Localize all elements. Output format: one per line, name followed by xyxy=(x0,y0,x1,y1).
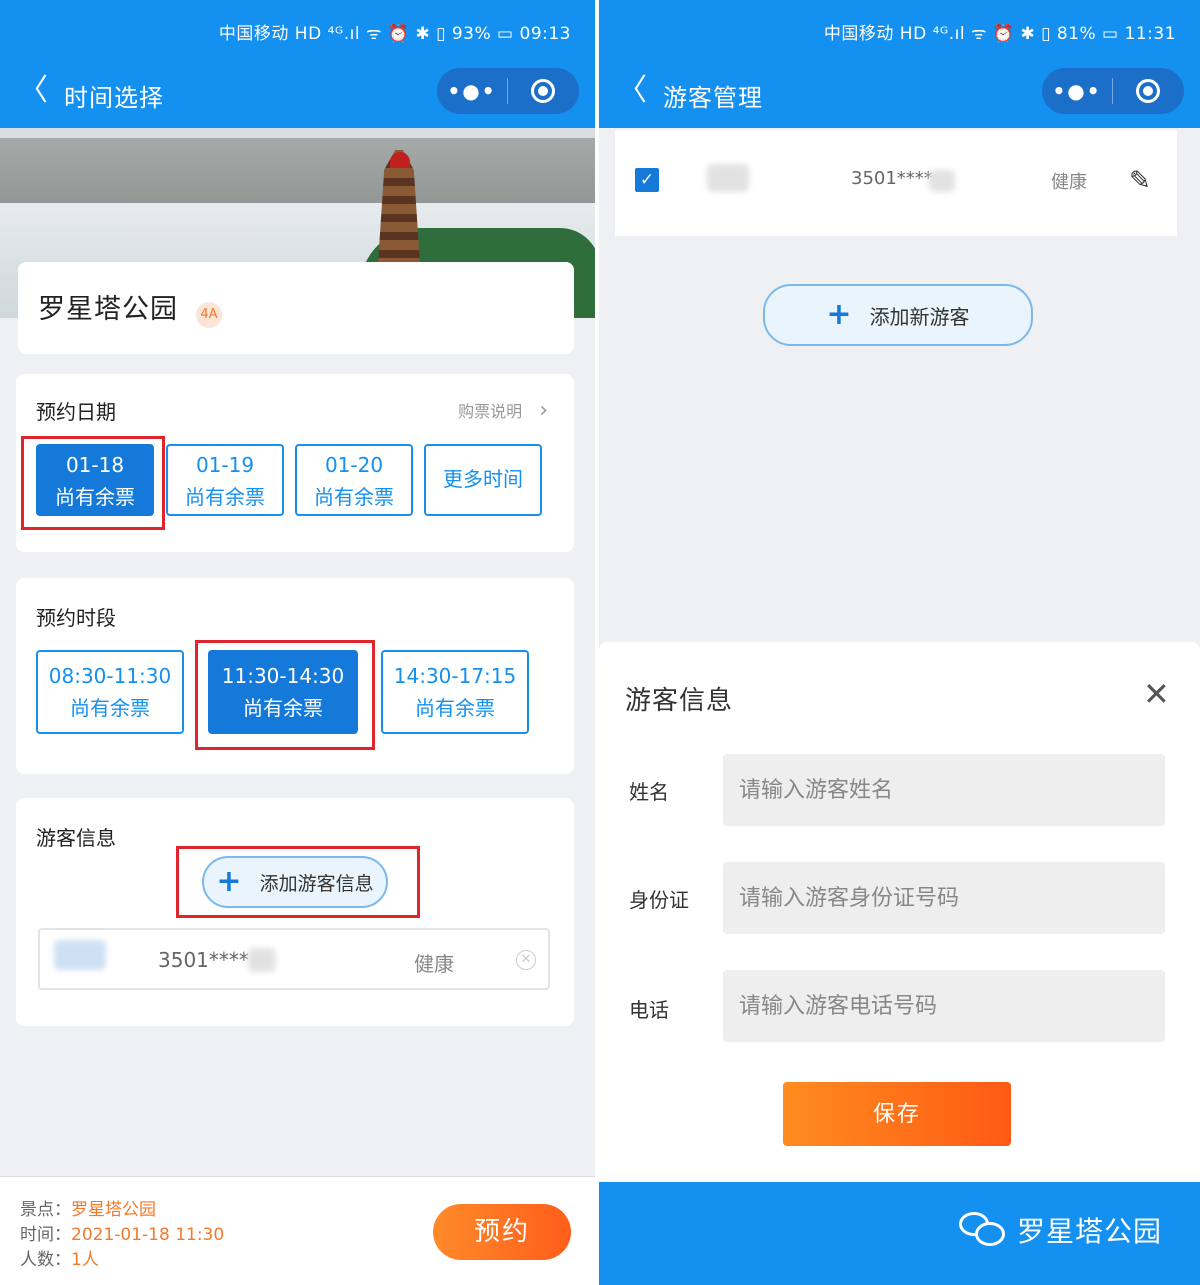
time-status: 尚有余票 xyxy=(415,696,495,720)
wechat-icon xyxy=(959,1210,1007,1250)
blurred-id-tail xyxy=(929,170,955,192)
spot-value: 罗星塔公园 xyxy=(71,1200,156,1220)
remove-visitor-icon[interactable]: ✕ xyxy=(516,950,536,970)
book-button[interactable]: 预约 xyxy=(433,1204,571,1260)
brand-footer: 罗星塔公园 xyxy=(599,1182,1200,1285)
visitor-section: 游客信息 + 添加游客信息 3501**** 健康 ✕ xyxy=(16,798,574,1026)
visitor-management-screen: 中国移动 HD ⁴ᴳ.ıl ᯤ ⏰ ✱ ▯ 81% ▭ 11:31 〈 游客管理… xyxy=(599,0,1200,1285)
status-bar: 中国移动 HD ⁴ᴳ.ıl ᯤ ⏰ ✱ ▯ 81% ▭ 11:31 xyxy=(599,0,1200,62)
count-label: 人数： xyxy=(20,1250,71,1270)
summary-spot: 景点：罗星塔公园 xyxy=(20,1195,156,1220)
mini-program-capsule: •●• xyxy=(437,68,579,114)
blurred-name xyxy=(54,940,106,970)
target-icon xyxy=(1136,79,1160,103)
close-icon[interactable]: ✕ xyxy=(1143,678,1170,710)
name-field-label: 姓名 xyxy=(629,780,669,804)
visitor-info-sheet: 游客信息 ✕ 姓名 身份证 电话 保存 xyxy=(599,642,1200,1182)
add-new-visitor-button[interactable]: + 添加新游客 xyxy=(763,284,1033,346)
status-text: 中国移动 HD ⁴ᴳ.ıl ᯤ ⏰ ✱ ▯ 81% ▭ 11:31 xyxy=(823,23,1176,44)
date-status: 尚有余票 xyxy=(314,485,394,509)
date-option-0119[interactable]: 01-19 尚有余票 xyxy=(166,444,284,516)
more-dates-button[interactable]: 更多时间 xyxy=(424,444,542,516)
status-text: 中国移动 HD ⁴ᴳ.ıl ᯤ ⏰ ✱ ▯ 93% ▭ 09:13 xyxy=(218,23,571,44)
mountain-shape xyxy=(0,138,595,208)
date-section-title: 预约日期 xyxy=(36,400,116,424)
close-program-button[interactable] xyxy=(1113,79,1183,103)
visitor-id: 3501**** xyxy=(851,168,933,189)
nav-bar: 〈 游客管理 •●• xyxy=(599,62,1200,128)
more-dates-label: 更多时间 xyxy=(443,467,523,491)
date-status: 尚有余票 xyxy=(185,485,265,509)
pagoda-roof-shape xyxy=(390,152,410,168)
time-section: 预约时段 08:30-11:30 尚有余票 11:30-14:30 尚有余票 1… xyxy=(16,578,574,774)
booking-summary-bar: 景点：罗星塔公园 时间：2021-01-18 11:30 人数：1人 预约 xyxy=(0,1176,595,1285)
page-title: 时间选择 xyxy=(64,84,164,112)
wechat-brand: 罗星塔公园 xyxy=(959,1210,1162,1250)
nav-bar: 〈 时间选择 •●• xyxy=(0,62,595,128)
date-section: 预约日期 购票说明 › 01-18 尚有余票 01-19 尚有余票 01-20 … xyxy=(16,374,574,552)
time-value: 2021-01-18 11:30 xyxy=(71,1225,225,1245)
time-section-title: 预约时段 xyxy=(36,606,116,630)
back-arrow-icon[interactable]: 〈 xyxy=(18,76,48,106)
brand-name: 罗星塔公园 xyxy=(1017,1215,1163,1248)
blurred-id-tail xyxy=(248,948,276,972)
summary-time: 时间：2021-01-18 11:30 xyxy=(20,1220,224,1245)
visitor-list-item: ✓ 3501**** 健康 ✎ xyxy=(615,130,1177,236)
more-menu-icon[interactable]: •●• xyxy=(437,79,507,103)
visitor-section-title: 游客信息 xyxy=(36,826,116,850)
mini-program-capsule: •●• xyxy=(1042,68,1184,114)
bubble-shape xyxy=(975,1222,1005,1246)
time-label: 时间： xyxy=(20,1225,71,1245)
park-card: 罗星塔公园 4A xyxy=(18,262,574,354)
visitor-id: 3501**** xyxy=(158,948,249,972)
visitor-row: 3501**** 健康 ✕ xyxy=(38,928,550,990)
time-selection-screen: 中国移动 HD ⁴ᴳ.ıl ᯤ ⏰ ✱ ▯ 93% ▭ 09:13 〈 时间选择… xyxy=(0,0,595,1285)
name-input[interactable] xyxy=(723,754,1165,826)
health-status: 健康 xyxy=(1051,172,1087,193)
summary-count: 人数：1人 xyxy=(20,1245,99,1270)
save-button[interactable]: 保存 xyxy=(783,1082,1011,1146)
spot-label: 景点： xyxy=(20,1200,71,1220)
phone-input[interactable] xyxy=(723,970,1165,1042)
id-card-field-label: 身份证 xyxy=(629,888,689,912)
time-range: 14:30-17:15 xyxy=(393,664,517,688)
park-name: 罗星塔公园 xyxy=(38,294,178,325)
chevron-right-icon: › xyxy=(539,398,548,423)
id-card-input[interactable] xyxy=(723,862,1165,934)
plus-icon: + xyxy=(826,297,852,332)
more-menu-icon[interactable]: •●• xyxy=(1042,79,1112,103)
target-icon xyxy=(531,79,555,103)
health-status: 健康 xyxy=(414,952,454,976)
add-new-visitor-label: 添加新游客 xyxy=(869,304,970,329)
highlight-box xyxy=(176,846,420,918)
status-bar: 中国移动 HD ⁴ᴳ.ıl ᯤ ⏰ ✱ ▯ 93% ▭ 09:13 xyxy=(0,0,595,62)
date-label: 01-19 xyxy=(195,453,255,477)
sheet-title: 游客信息 xyxy=(625,686,734,716)
ticket-info-label: 购票说明 xyxy=(458,402,523,421)
date-label: 01-20 xyxy=(324,453,384,477)
time-slot-morning[interactable]: 08:30-11:30 尚有余票 xyxy=(36,650,184,734)
time-status: 尚有余票 xyxy=(70,696,150,720)
rating-badge: 4A xyxy=(196,302,222,328)
blurred-name xyxy=(707,164,749,192)
time-slot-afternoon[interactable]: 14:30-17:15 尚有余票 xyxy=(381,650,529,734)
back-arrow-icon[interactable]: 〈 xyxy=(617,76,647,106)
phone-field-label: 电话 xyxy=(629,998,669,1022)
page-title: 游客管理 xyxy=(663,84,763,112)
edit-pencil-icon[interactable]: ✎ xyxy=(1129,166,1151,196)
date-option-0120[interactable]: 01-20 尚有余票 xyxy=(295,444,413,516)
close-program-button[interactable] xyxy=(508,79,578,103)
highlight-box xyxy=(21,436,165,530)
highlight-box xyxy=(195,640,375,750)
ticket-info-link[interactable]: 购票说明 › xyxy=(458,398,548,423)
time-range: 08:30-11:30 xyxy=(48,664,172,688)
count-value: 1人 xyxy=(71,1250,99,1270)
checkbox-checked-icon[interactable]: ✓ xyxy=(635,168,659,192)
